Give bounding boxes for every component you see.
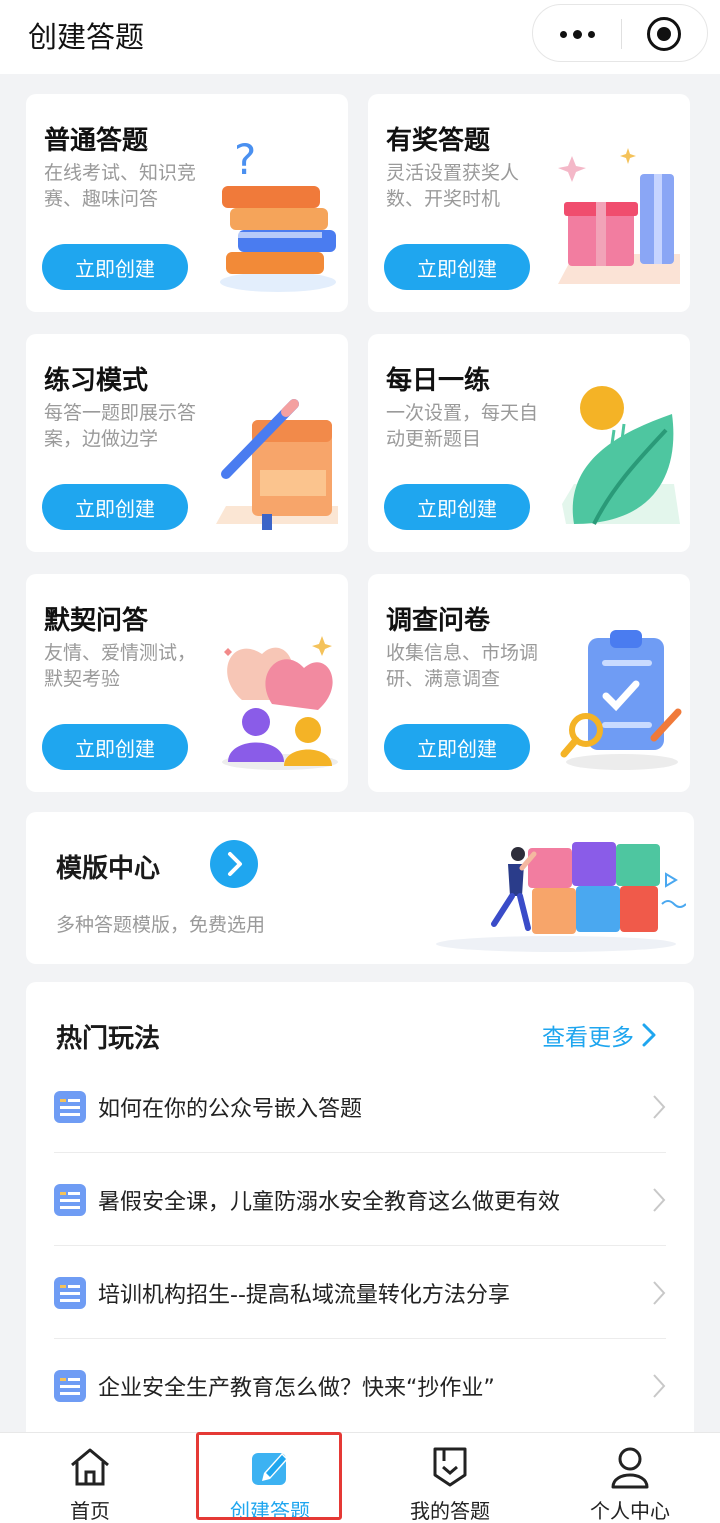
hot-section-title: 热门玩法 [56, 1024, 161, 1054]
hot-item-title: 培训机构招生--提高私域流量转化方法分享 [98, 1283, 510, 1308]
chevron-right-icon[interactable] [210, 840, 258, 888]
hot-item-title: 企业安全生产教育怎么做？快来“抄作业” [98, 1376, 495, 1401]
card-desc: 收集信息、市场调研、满意调查 [386, 642, 539, 690]
card-title: 练习模式 [44, 366, 149, 396]
active-tab-highlight [196, 1432, 342, 1520]
capsule-divider [621, 19, 622, 49]
nav-header: 创建答题 [0, 0, 720, 74]
chevron-right-icon [642, 1023, 656, 1047]
create-normal-quiz-button[interactable]: 立即创建 [42, 244, 188, 290]
tab-my-quiz[interactable]: 我的答题 [360, 1433, 540, 1523]
hearts-people-icon [222, 636, 338, 770]
notebook-pencil-icon [216, 399, 338, 530]
card-desc: 在线考试、知识竞赛、趣味问答 [44, 162, 197, 210]
chevron-right-icon [653, 1095, 666, 1119]
card-desc: 每答一题即展示答案，边做边学 [44, 402, 197, 450]
chevron-right-icon [653, 1188, 666, 1212]
svg-text:?: ? [234, 135, 256, 184]
tab-home[interactable]: 首页 [0, 1433, 180, 1523]
books-question-icon: ? [220, 135, 336, 292]
chevron-right-icon [653, 1281, 666, 1305]
puzzle-person-icon [436, 842, 686, 952]
tab-profile[interactable]: 个人中心 [540, 1433, 720, 1523]
template-center-desc: 多种答题模版，免费选用 [56, 914, 266, 936]
card-title: 调查问卷 [386, 606, 491, 636]
card-daily-practice[interactable]: 每日一练 一次设置，每天自动更新题目 立即创建 [368, 334, 690, 552]
card-survey[interactable]: 调查问卷 收集信息、市场调研、满意调查 立即创建 [368, 574, 690, 792]
user-icon [611, 1447, 649, 1489]
hot-section: 热门玩法 查看更多 如何在你的公众号嵌入答题 暑假安全课，儿童防溺水安全教育这么… [26, 982, 694, 1432]
create-practice-button[interactable]: 立即创建 [42, 484, 188, 530]
hot-list-item[interactable]: 暑假安全课，儿童防溺水安全教育这么做更有效 [54, 1153, 666, 1246]
article-icon [54, 1184, 86, 1216]
card-prize-quiz[interactable]: 有奖答题 灵活设置获奖人数、开奖时机 立即创建 [368, 94, 690, 312]
gift-box-icon [558, 148, 680, 284]
create-prize-quiz-button[interactable]: 立即创建 [384, 244, 530, 290]
hot-list-item[interactable]: 企业安全生产教育怎么做？快来“抄作业” [54, 1339, 666, 1432]
create-tacit-button[interactable]: 立即创建 [42, 724, 188, 770]
view-more-link[interactable]: 查看更多 [542, 1018, 656, 1052]
hot-item-title: 暑假安全课，儿童防溺水安全教育这么做更有效 [98, 1190, 561, 1215]
create-survey-button[interactable]: 立即创建 [384, 724, 530, 770]
hot-list-item[interactable]: 培训机构招生--提高私域流量转化方法分享 [54, 1246, 666, 1339]
hot-list-item[interactable]: 如何在你的公众号嵌入答题 [54, 1060, 666, 1153]
card-desc: 一次设置，每天自动更新题目 [386, 402, 539, 450]
badge-icon [433, 1447, 467, 1487]
template-center-card[interactable]: 模版中心 多种答题模版，免费选用 [26, 812, 694, 964]
sun-leaf-icon [562, 386, 680, 525]
clipboard-magnifier-icon [560, 630, 682, 770]
article-icon [54, 1277, 86, 1309]
miniprogram-capsule [532, 4, 708, 62]
view-more-label: 查看更多 [542, 1025, 634, 1051]
home-icon [71, 1448, 109, 1486]
card-desc: 友情、爱情测试，默契考验 [44, 642, 197, 690]
card-title: 默契问答 [44, 606, 149, 636]
card-tacit-quiz[interactable]: 默契问答 友情、爱情测试，默契考验 立即创建 [26, 574, 348, 792]
card-normal-quiz[interactable]: 普通答题 在线考试、知识竞赛、趣味问答 立即创建 ? [26, 94, 348, 312]
more-options-icon[interactable] [533, 5, 621, 63]
tab-label: 我的答题 [410, 1499, 490, 1523]
template-center-title: 模版中心 [56, 854, 161, 884]
tab-label: 个人中心 [590, 1499, 670, 1523]
card-desc: 灵活设置获奖人数、开奖时机 [386, 162, 520, 210]
article-icon [54, 1091, 86, 1123]
page-title: 创建答题 [28, 20, 145, 54]
card-title: 有奖答题 [386, 126, 491, 156]
article-icon [54, 1370, 86, 1402]
create-daily-button[interactable]: 立即创建 [384, 484, 530, 530]
bottom-tab-bar: 首页 创建答题 我的答题 个人中心 [0, 1432, 720, 1523]
close-target-icon[interactable] [647, 17, 681, 51]
card-title: 普通答题 [44, 126, 149, 156]
chevron-right-icon [653, 1374, 666, 1398]
card-practice-mode[interactable]: 练习模式 每答一题即展示答案，边做边学 立即创建 [26, 334, 348, 552]
hot-item-title: 如何在你的公众号嵌入答题 [98, 1097, 363, 1122]
tab-label: 首页 [70, 1499, 110, 1523]
card-title: 每日一练 [386, 366, 491, 396]
